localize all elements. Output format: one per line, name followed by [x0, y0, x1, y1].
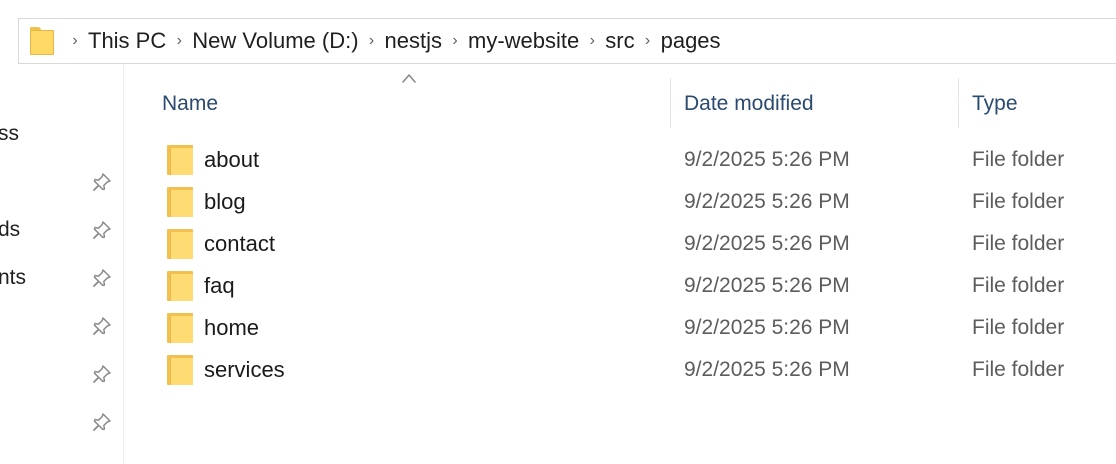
- file-row-blog[interactable]: blog 9/2/2025 5:26 PM File folder: [150, 181, 1116, 223]
- chevron-right-icon[interactable]: ›: [166, 18, 192, 64]
- file-explorer-window: › This PC › New Volume (D:) › nestjs › m…: [0, 0, 1116, 464]
- file-date-modified: 9/2/2025 5:26 PM: [684, 190, 850, 213]
- file-date-modified: 9/2/2025 5:26 PM: [684, 232, 850, 255]
- breadcrumb-src[interactable]: src: [605, 18, 634, 64]
- file-date-modified: 9/2/2025 5:26 PM: [684, 316, 850, 339]
- folder-icon: [30, 27, 54, 55]
- pin-icon[interactable]: [92, 268, 112, 288]
- file-date-modified: 9/2/2025 5:26 PM: [684, 148, 850, 171]
- pin-icon[interactable]: [92, 412, 112, 432]
- folder-icon: [167, 355, 193, 385]
- file-name: services: [204, 357, 285, 382]
- file-name: blog: [204, 189, 246, 214]
- nav-item-documents[interactable]: nts: [0, 266, 26, 290]
- breadcrumb-pages[interactable]: pages: [661, 18, 721, 64]
- nav-item-downloads[interactable]: ds: [0, 218, 20, 242]
- file-type: File folder: [972, 148, 1065, 171]
- folder-icon: [167, 187, 193, 217]
- chevron-right-icon[interactable]: ›: [359, 18, 385, 64]
- chevron-right-icon[interactable]: ›: [579, 18, 605, 64]
- folder-icon: [167, 271, 193, 301]
- breadcrumb-nestjs[interactable]: nestjs: [385, 18, 442, 64]
- file-type: File folder: [972, 190, 1065, 213]
- breadcrumb-this-pc[interactable]: This PC: [88, 18, 166, 64]
- breadcrumb-my-website[interactable]: my-website: [468, 18, 579, 64]
- folder-icon: [167, 313, 193, 343]
- file-type: File folder: [972, 232, 1065, 255]
- file-date-modified: 9/2/2025 5:26 PM: [684, 274, 850, 297]
- file-name: home: [204, 315, 260, 340]
- pin-icon[interactable]: [92, 220, 112, 240]
- pin-icon[interactable]: [92, 316, 112, 336]
- pin-icon[interactable]: [92, 364, 112, 384]
- folder-icon: [167, 229, 193, 259]
- file-row-faq[interactable]: faq 9/2/2025 5:26 PM File folder: [150, 265, 1116, 307]
- folder-icon: [167, 145, 193, 175]
- file-row-services[interactable]: services 9/2/2025 5:26 PM File folder: [150, 349, 1116, 391]
- chevron-right-icon[interactable]: ›: [62, 18, 88, 64]
- column-header-name[interactable]: Name: [162, 82, 218, 126]
- column-divider[interactable]: [958, 78, 959, 128]
- address-bar[interactable]: › This PC › New Volume (D:) › nestjs › m…: [18, 18, 1116, 64]
- file-type: File folder: [972, 274, 1065, 297]
- file-row-about[interactable]: about 9/2/2025 5:26 PM File folder: [150, 139, 1116, 181]
- column-header-date-modified[interactable]: Date modified: [684, 82, 814, 126]
- file-type: File folder: [972, 358, 1065, 381]
- nav-item-quick-access[interactable]: ss: [0, 122, 19, 146]
- file-row-home[interactable]: home 9/2/2025 5:26 PM File folder: [150, 307, 1116, 349]
- column-header-type[interactable]: Type: [972, 82, 1018, 126]
- file-type: File folder: [972, 316, 1065, 339]
- file-name: about: [204, 147, 260, 172]
- file-date-modified: 9/2/2025 5:26 PM: [684, 358, 850, 381]
- navigation-pane: ss ds nts: [0, 64, 124, 464]
- column-divider[interactable]: [670, 78, 671, 128]
- pin-icon[interactable]: [92, 172, 112, 192]
- file-name: faq: [204, 273, 235, 298]
- file-row-contact[interactable]: contact 9/2/2025 5:26 PM File folder: [150, 223, 1116, 265]
- chevron-right-icon[interactable]: ›: [635, 18, 661, 64]
- chevron-right-icon[interactable]: ›: [442, 18, 468, 64]
- file-name: contact: [204, 231, 275, 256]
- sort-ascending-icon: [402, 74, 416, 83]
- breadcrumb-new-volume[interactable]: New Volume (D:): [192, 18, 358, 64]
